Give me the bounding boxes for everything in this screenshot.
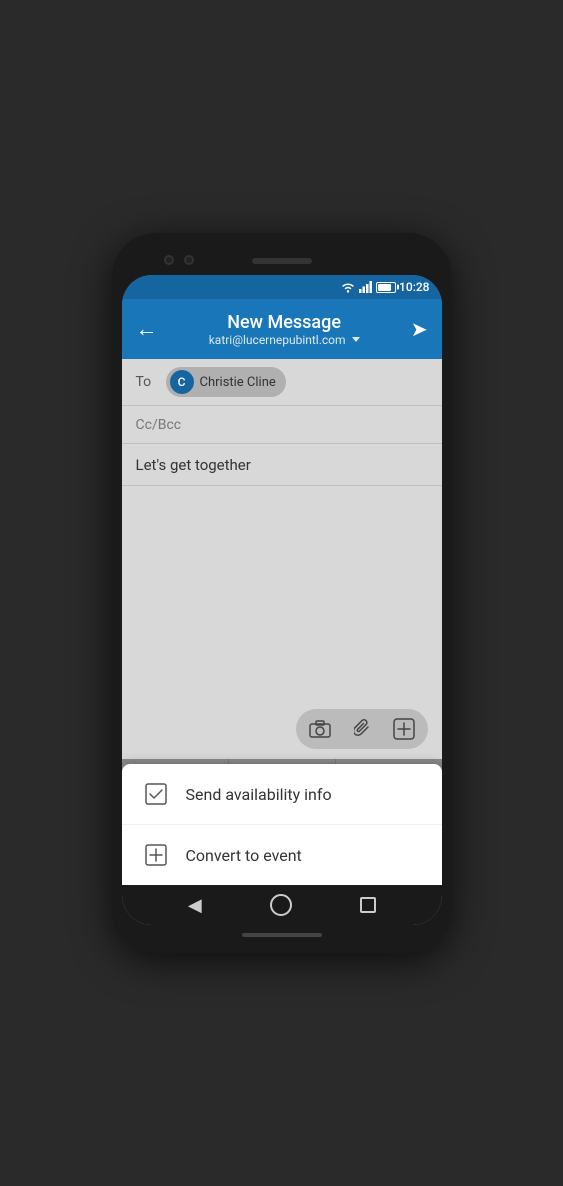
nav-back-button[interactable]: ◀	[177, 887, 213, 923]
send-availability-icon	[142, 780, 170, 808]
home-bar	[242, 933, 322, 937]
camera-button[interactable]	[306, 715, 334, 743]
nav-home-button[interactable]	[263, 887, 299, 923]
to-field[interactable]: To C Christie Cline	[122, 359, 442, 406]
compose-area: To C Christie Cline Cc/Bcc Let's get tog…	[122, 359, 442, 759]
nav-recent-square	[360, 897, 376, 913]
recipient-avatar: C	[170, 370, 194, 394]
to-label: To	[136, 374, 156, 390]
cc-bcc-label: Cc/Bcc	[136, 417, 182, 433]
attach-button[interactable]	[348, 715, 376, 743]
status-icons: 10:28	[340, 280, 429, 294]
compose-screen: To C Christie Cline Cc/Bcc Let's get tog…	[122, 359, 442, 885]
chevron-down-icon	[352, 337, 360, 342]
body-area[interactable]	[122, 486, 442, 701]
status-time: 10:28	[399, 280, 429, 294]
phone-bottom	[122, 925, 442, 945]
back-button[interactable]: ←	[136, 316, 158, 342]
phone-speaker	[252, 258, 312, 264]
wifi-icon	[340, 281, 356, 293]
phone-shell: 10:28 ← New Message katri@lucernepubintl…	[112, 233, 452, 953]
nav-bar: ◀	[122, 885, 442, 925]
add-button[interactable]	[390, 715, 418, 743]
header-title: New Message	[158, 312, 411, 333]
send-availability-label: Send availability info	[186, 785, 332, 804]
attachment-bar	[122, 701, 442, 759]
recipient-name: Christie Cline	[200, 375, 276, 390]
convert-event-icon	[142, 841, 170, 869]
attachment-buttons	[296, 709, 428, 749]
convert-event-label: Convert to event	[186, 846, 302, 865]
subject-value: Let's get together	[136, 456, 251, 474]
subject-field[interactable]: Let's get together	[122, 444, 442, 486]
phone-screen: 10:28 ← New Message katri@lucernepubintl…	[122, 275, 442, 925]
cc-bcc-field[interactable]: Cc/Bcc	[122, 406, 442, 444]
popup-overlay: Send availability info Convert to event	[122, 764, 442, 885]
phone-top-bar	[122, 247, 442, 275]
signal-icon	[359, 281, 373, 293]
send-button[interactable]: ➤	[411, 317, 428, 341]
recipient-chip[interactable]: C Christie Cline	[166, 367, 286, 397]
send-availability-item[interactable]: Send availability info	[122, 764, 442, 825]
front-camera	[164, 255, 174, 265]
header-account[interactable]: katri@lucernepubintl.com	[209, 333, 346, 347]
battery-icon	[376, 282, 396, 293]
header-center: New Message katri@lucernepubintl.com	[158, 312, 411, 347]
convert-event-item[interactable]: Convert to event	[122, 825, 442, 885]
header-subtitle: katri@lucernepubintl.com	[158, 333, 411, 347]
front-sensor	[184, 255, 194, 265]
app-header: ← New Message katri@lucernepubintl.com ➤	[122, 299, 442, 359]
nav-recent-button[interactable]	[350, 887, 386, 923]
status-bar: 10:28	[122, 275, 442, 299]
nav-home-circle	[270, 894, 292, 916]
